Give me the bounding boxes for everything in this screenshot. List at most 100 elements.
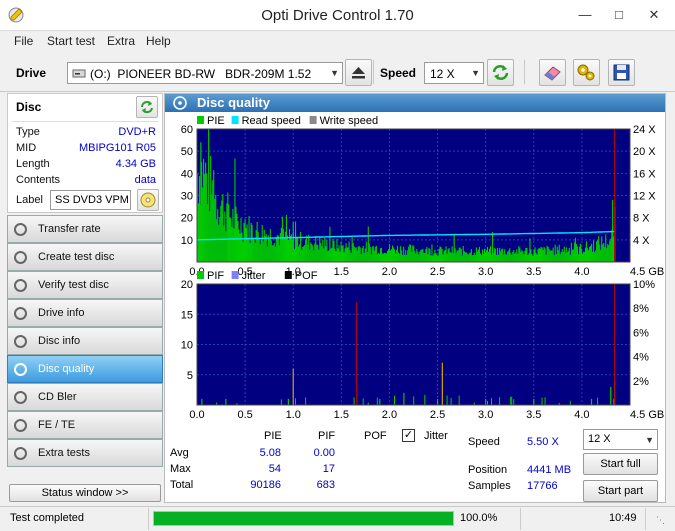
close-icon[interactable]: ✕ [636,0,672,30]
pie-bar [329,226,331,262]
pie-bar [345,243,347,262]
nav-disc-quality[interactable]: Disc quality [7,355,163,383]
y-right-tick-label: 2% [633,376,649,388]
pie-bar [394,249,396,262]
pie-bar [275,237,277,262]
nav-create-test-disc[interactable]: Create test disc [7,243,163,271]
erase-button[interactable] [539,59,566,86]
status-window-button[interactable]: Status window >> [9,484,161,502]
y-right-tick-label: 8% [633,303,649,315]
pie-bar [604,246,606,262]
pie-bar [207,204,209,262]
pie-bar [586,248,589,262]
pie-bar [593,240,595,262]
disc-quality-icon [173,96,187,110]
menu-bar: File Start test Extra Help [0,31,675,51]
pie-bar [498,254,500,262]
pie-bar [568,247,570,262]
menu-help[interactable]: Help [146,34,171,48]
menu-file[interactable]: File [14,34,33,48]
position-label: Position [468,464,508,476]
pie-bar [424,253,426,262]
title-bar: Opti Drive Control 1.70 — □ ✕ [0,0,675,31]
pie-bar [343,252,345,262]
maximize-icon[interactable]: □ [602,0,636,30]
pie-bar [483,248,486,262]
max-label: Max [170,463,191,475]
pie-bar [339,251,341,262]
pie-bar [356,250,358,262]
save-button[interactable] [608,59,635,86]
y-right-tick-label: 4 X [633,235,650,247]
disc-refresh-button[interactable] [136,96,158,118]
nav-verify-test-disc[interactable]: Verify test disc [7,271,163,299]
jitter-checkbox[interactable]: ✓ [402,429,415,442]
pie-bar [539,248,541,262]
nav-cd-bler[interactable]: CD Bler [7,383,163,411]
nav-extra-tests[interactable]: Extra tests [7,439,163,467]
pif-bar [295,398,297,405]
settings-button[interactable] [573,59,600,86]
pie-bar [382,253,385,262]
pie-bar [516,249,518,262]
nav-fe-te[interactable]: FE / TE [7,411,163,439]
nav-drive-info[interactable]: Drive info [7,299,163,327]
refresh-speed-button[interactable] [487,59,514,86]
pie-bar [449,252,451,262]
pif-bar [513,399,515,405]
col-pif: PIF [318,430,336,442]
pie-bar [536,254,538,262]
speed-select[interactable]: 12 X ▼ [424,62,484,84]
eject-button[interactable] [345,59,372,86]
start-full-button[interactable]: Start full [583,453,658,475]
pie-bar [301,249,303,262]
minimize-icon[interactable]: — [568,0,602,30]
nav-label: Verify test disc [38,279,109,291]
y-tick-label: 50 [181,146,193,158]
pie-bar [404,254,406,262]
drive-select[interactable]: (O:) PIONEER BD-RW BDR-209M 1.52 ▼ [67,62,343,84]
pie-bar [406,254,408,262]
pie-bar [270,240,272,262]
pie-bar [545,254,547,262]
pie-bar [224,211,226,262]
pie-bar [565,247,567,262]
pie-bar [599,244,601,262]
pie-bar [331,247,333,262]
pie-bar [423,253,425,262]
pie-bar [592,251,594,262]
pie-bar [242,241,244,262]
disc-label-button[interactable] [137,189,159,211]
disc-quality-panel: Disc quality PIE Read speed Write speed 0.0… [164,93,666,503]
disc-label-field[interactable]: SS DVD3 VPM [50,190,131,210]
pie-bar [234,158,236,262]
drive-toolbar: Drive (O:) PIONEER BD-RW BDR-209M 1.52 ▼… [0,52,675,92]
pie-bar [464,252,466,262]
pie-bar [601,236,603,262]
pie-bar [203,158,205,262]
chevron-down-icon: ▼ [471,68,480,78]
pie-bar [385,253,388,262]
test-speed-select[interactable]: 12 X ▼ [583,429,658,450]
disc-icon [140,192,156,208]
pie-bar [417,251,419,262]
nav-disc-info[interactable]: Disc info [7,327,163,355]
legend-label: PIE [207,115,225,127]
pie-bar [210,155,212,262]
pie-bar [320,242,322,262]
y-tick-label: 5 [187,370,193,382]
pie-bar [287,239,290,262]
x-tick-label: 1.0 [286,409,301,421]
nav-transfer-rate[interactable]: Transfer rate [7,215,163,243]
pie-bar [244,219,246,262]
speed-label: Speed [380,66,417,80]
pie-bar [569,254,571,262]
start-part-button[interactable]: Start part [583,480,658,502]
resize-grip-icon[interactable]: ⋱ [656,515,665,526]
pie-bar [321,246,323,262]
menu-start-test[interactable]: Start test [47,34,95,48]
pie-bar [475,247,477,262]
max-pie: 54 [268,463,281,475]
menu-extra[interactable]: Extra [107,34,135,48]
pie-bar [458,247,460,262]
